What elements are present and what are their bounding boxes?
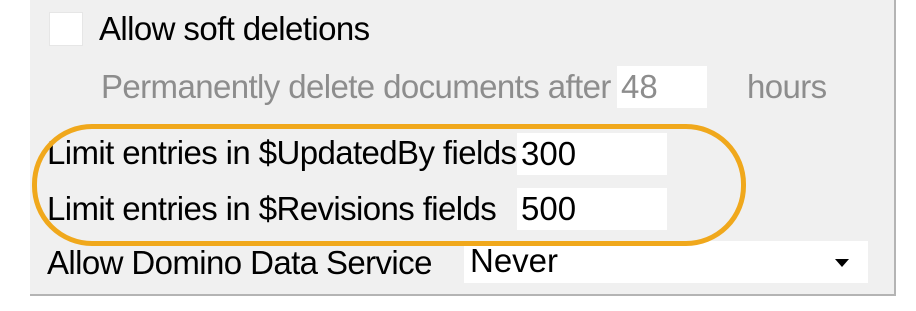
limit-updatedby-input[interactable]: 300 (517, 133, 667, 175)
permanently-delete-label: Permanently delete documents after (101, 68, 611, 105)
limit-revisions-input[interactable]: 500 (517, 188, 667, 230)
domino-data-service-label: Allow Domino Data Service (47, 244, 432, 281)
permanently-delete-days-input[interactable]: 48 (617, 66, 707, 108)
limit-revisions-label: Limit entries in $Revisions fields (47, 190, 497, 227)
domino-data-service-select[interactable]: Never (464, 241, 868, 283)
window-frame: Allow soft deletions Permanently delete … (0, 0, 916, 311)
hours-label: hours (747, 68, 827, 105)
domino-data-service-value: Never (470, 242, 559, 279)
dropdown-arrow-icon[interactable] (821, 241, 863, 283)
allow-soft-deletions-label: Allow soft deletions (99, 10, 370, 47)
allow-soft-deletions-checkbox[interactable] (49, 12, 83, 46)
limit-updatedby-label: Limit entries in $UpdatedBy fields (47, 134, 517, 171)
